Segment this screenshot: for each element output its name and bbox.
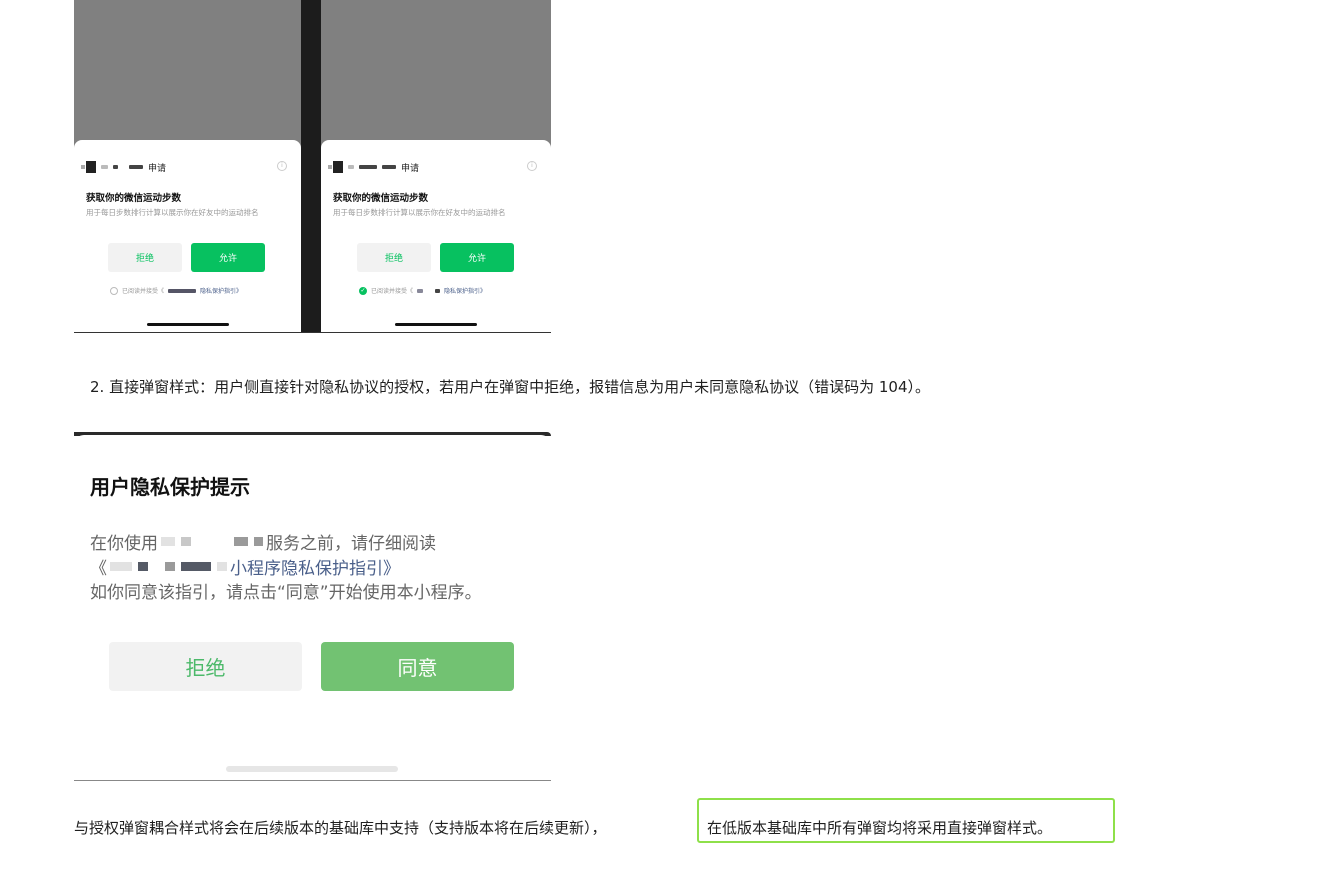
- redacted-name: [254, 537, 263, 546]
- privacy-popup-line: 如你同意该指引，请点击“同意”开始使用本小程序。: [90, 583, 482, 603]
- redacted-name: [417, 288, 424, 293]
- agree-prefix: 已阅读并接受《: [122, 288, 165, 295]
- privacy-popup-title: 用户隐私保护提示: [90, 475, 250, 499]
- privacy-agree-row[interactable]: 已阅读并接受《 隐私保护指引》: [110, 286, 242, 295]
- allow-button[interactable]: 允许: [440, 243, 514, 272]
- privacy-guide-link[interactable]: 隐私保护指引》: [200, 286, 242, 295]
- privacy-popup-line: 《 小程序隐私保护指引》: [90, 554, 400, 579]
- phone-screen-checked: 申请 i 获取你的微信运动步数 用于每日步数排行计算以展示你在好友中的运动排名 …: [321, 0, 551, 332]
- redacted-name: [359, 165, 377, 169]
- redacted-name: [138, 562, 148, 571]
- redacted-name: [165, 562, 175, 571]
- agree-button[interactable]: 同意: [321, 642, 514, 691]
- home-indicator: [146, 323, 229, 326]
- info-icon[interactable]: i: [527, 161, 537, 171]
- redacted-name: [382, 165, 396, 169]
- agree-prefix: 已阅读并接受《: [371, 288, 414, 295]
- reject-button[interactable]: 拒绝: [109, 642, 302, 691]
- coupled-style-description: 与授权弹窗耦合样式将会在后续版本的基础库中支持（支持版本将在后续更新），: [74, 819, 607, 837]
- privacy-agree-row[interactable]: ✓ 已阅读并接受《 隐私保护指引》: [359, 286, 486, 295]
- sheet-header: 申请: [81, 160, 167, 174]
- privacy-popup-sheet: 用户隐私保护提示 在你使用 服务之前，请仔细阅读 《 小程序隐私保护指引》 如你…: [74, 435, 551, 780]
- permission-title: 获取你的微信运动步数: [333, 193, 429, 204]
- sheet-header: 申请: [328, 160, 420, 174]
- authorization-screenshot-pair: 申请 i 获取你的微信运动步数 用于每日步数排行计算以展示你在好友中的运动排名 …: [74, 0, 551, 333]
- privacy-popup-line: 在你使用 服务之前，请仔细阅读: [90, 529, 436, 554]
- redacted-name: [110, 562, 132, 571]
- auth-sheet: 申请 i 获取你的微信运动步数 用于每日步数排行计算以展示你在好友中的运动排名 …: [74, 140, 301, 332]
- privacy-guide-link[interactable]: 小程序隐私保护指引》: [230, 554, 400, 579]
- redacted-name: [101, 165, 108, 169]
- agree-checkbox-checked[interactable]: ✓: [359, 286, 367, 295]
- permission-description: 用于每日步数排行计算以展示你在好友中的运动排名: [333, 208, 506, 217]
- reject-button[interactable]: 拒绝: [357, 243, 431, 272]
- phone-screen-unchecked: 申请 i 获取你的微信运动步数 用于每日步数排行计算以展示你在好友中的运动排名 …: [74, 0, 301, 332]
- direct-popup-description: 2. 直接弹窗样式：用户侧直接针对隐私协议的授权，若用户在弹窗中拒绝，报错信息为…: [90, 378, 930, 396]
- app-logo-icon: [81, 161, 96, 173]
- line-suffix: 服务之前，请仔细阅读: [266, 534, 436, 554]
- apply-label: 申请: [148, 163, 167, 174]
- redacted-name: [168, 288, 197, 293]
- app-logo-icon: [328, 161, 343, 173]
- redacted-name: [129, 165, 143, 169]
- apply-label: 申请: [401, 163, 420, 174]
- reject-button[interactable]: 拒绝: [108, 243, 182, 272]
- redacted-name: [181, 537, 191, 546]
- home-indicator: [226, 766, 398, 772]
- privacy-guide-link[interactable]: 隐私保护指引》: [444, 286, 486, 295]
- redacted-name: [113, 165, 118, 169]
- highlighted-sentence: 在低版本基础库中所有弹窗均将采用直接弹窗样式。: [707, 819, 1053, 837]
- line-prefix: 在你使用: [90, 534, 158, 554]
- redacted-name: [217, 562, 227, 571]
- redacted-name: [161, 537, 175, 546]
- redacted-name: [181, 562, 211, 571]
- redacted-name: [435, 288, 441, 293]
- permission-title: 获取你的微信运动步数: [86, 193, 182, 204]
- permission-description: 用于每日步数排行计算以展示你在好友中的运动排名: [86, 208, 259, 217]
- info-icon[interactable]: i: [277, 161, 287, 171]
- agree-checkbox[interactable]: [110, 286, 118, 295]
- redacted-name: [348, 165, 354, 169]
- auth-sheet: 申请 i 获取你的微信运动步数 用于每日步数排行计算以展示你在好友中的运动排名 …: [321, 140, 551, 332]
- allow-button[interactable]: 允许: [191, 243, 265, 272]
- privacy-popup-screenshot: 用户隐私保护提示 在你使用 服务之前，请仔细阅读 《 小程序隐私保护指引》 如你…: [74, 432, 551, 781]
- redacted-name: [234, 537, 248, 546]
- home-indicator: [395, 323, 477, 326]
- line-prefix: 《: [90, 559, 107, 579]
